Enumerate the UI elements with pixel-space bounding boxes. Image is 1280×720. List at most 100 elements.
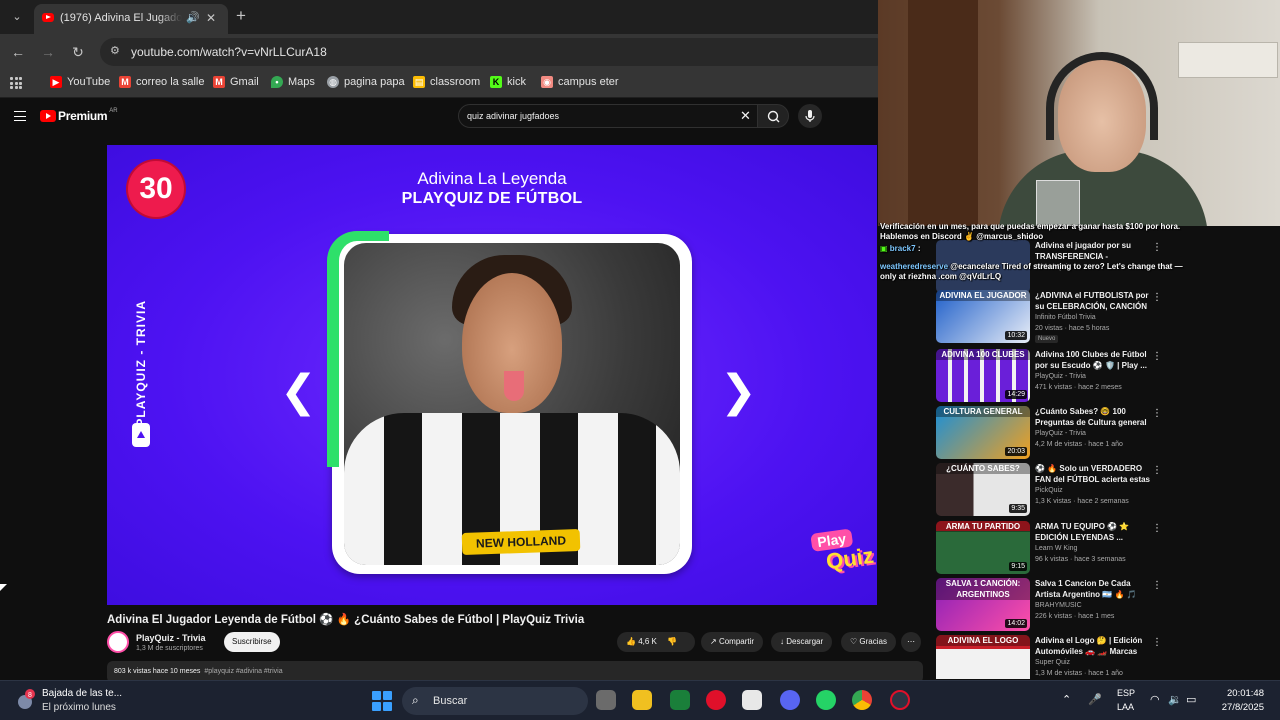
recommendation-channel[interactable]: Learn W King [1035,545,1077,552]
bookmark-classroom[interactable]: ▤ classroom [413,76,480,88]
recommendation-channel[interactable]: PlayQuiz - Trivia [1035,373,1086,380]
recommendation-thumbnail[interactable]: CULTURA GENERAL 20:03 [936,406,1030,459]
more-actions-icon[interactable]: ⋯ [901,632,921,652]
whatsapp-icon[interactable] [816,690,836,710]
more-options-icon[interactable]: ⋮ [1152,523,1162,534]
clock-time[interactable]: 20:01:48 [1198,688,1264,699]
forward-arrow-icon[interactable]: → [38,42,58,62]
recommendation-item[interactable]: ARMA TU PARTIDO 9:15 ARMA TU EQUIPO ⚽ ⭐ … [936,521,1272,577]
browser-tab[interactable]: (1976) Adivina El Jugador Leyenda de Fút… [34,4,228,34]
document-icon[interactable] [742,690,762,710]
reload-icon[interactable]: ↻ [68,42,88,62]
more-options-icon[interactable]: ⋮ [1152,351,1162,362]
volume-icon[interactable]: 🔉 [1168,693,1182,706]
more-options-icon[interactable]: ⋮ [1152,408,1162,419]
wifi-icon[interactable]: ◠ [1150,693,1160,706]
recommendation-channel[interactable]: Infinito Fútbol Trivia [1035,314,1096,321]
recommendation-channel[interactable]: Super Quiz [1035,659,1070,666]
bookmark-campus[interactable]: ◉ campus eter [541,76,619,88]
discord-icon[interactable] [780,690,800,710]
recommendation-channel[interactable]: PlayQuiz - Trivia [1035,430,1086,437]
windows-start-icon[interactable] [372,691,392,711]
recommendation-item[interactable]: ADIVINA 100 CLUBES 14:29 Adivina 100 Clu… [936,349,1272,405]
recommendation-thumbnail[interactable]: ADIVINA 100 CLUBES 14:29 [936,349,1030,402]
excel-icon[interactable] [670,690,690,710]
address-bar[interactable]: ⚙ youtube.com/watch?v=vNrLLCurA18 [100,38,890,66]
media-player-icon[interactable] [706,690,726,710]
windows-taskbar: 8 Bajada de las te... El próximo lunes ⌕… [0,680,1280,720]
keyboard-language[interactable]: ESP [1117,688,1135,698]
chrome-icon[interactable] [852,690,872,710]
recommendation-title[interactable]: Adivina 100 Clubes de Fútbol por su Escu… [1035,349,1153,371]
more-options-icon[interactable]: ⋮ [1152,292,1162,303]
hashtags[interactable]: #playquiz #adivina #trivia [204,668,282,675]
microphone-tray-icon[interactable]: 🎤 [1088,693,1102,706]
taskbar-search-input[interactable]: ⌕ Buscar [402,687,588,715]
more-options-icon[interactable]: ⋮ [1152,580,1162,591]
recommendation-channel[interactable]: PickQuiz [1035,487,1063,494]
channel-avatar[interactable] [107,631,129,653]
notification-title[interactable]: Bajada de las te... [42,688,122,699]
recommendation-item[interactable]: SALVA 1 CANCIÓN: ARGENTINOS 14:02 Salva … [936,578,1272,634]
recommendation-thumbnail[interactable]: ADIVINA EL JUGADOR 10:32 [936,290,1030,343]
download-button[interactable]: ↓ Descargar [771,632,833,652]
share-button[interactable]: ↗ Compartir [701,632,764,652]
obs-icon[interactable] [890,690,910,710]
browser-toolbar: ← → ↻ ⚙ youtube.com/watch?v=vNrLLCurA18 [0,34,890,70]
recommendation-thumbnail[interactable]: ARMA TU PARTIDO 9:15 [936,521,1030,574]
like-dislike-group[interactable]: 👍 4,6 K 👎 [617,632,695,652]
recommendation-item[interactable]: ¿CUÁNTO SABES? 9:35 ⚽ 🔥 Solo un VERDADER… [936,463,1272,519]
speaker-icon[interactable]: 🔊 [186,11,200,24]
keyboard-layout[interactable]: LAA [1117,702,1134,712]
video-duration: 20:03 [1005,447,1027,456]
new-tab-icon[interactable]: + [236,6,246,26]
recommendation-item[interactable]: ADIVINA EL LOGO Adivina el Logo 🤔 | Edic… [936,635,1272,679]
recommendation-title[interactable]: ARMA TU EQUIPO ⚽ ⭐ EDICIÓN LEYENDAS ... [1035,521,1153,543]
recommendation-thumbnail[interactable]: ¿CUÁNTO SABES? 9:35 [936,463,1030,516]
thumbs-down-icon[interactable]: 👎 [667,637,677,646]
search-input[interactable]: quiz adivinar jugfadoes ✕ [458,104,758,128]
playquiz-logo: Play Quiz [810,522,877,593]
back-arrow-icon[interactable]: ← [8,42,28,62]
channel-name[interactable]: PlayQuiz - Trivia [136,633,206,643]
bookmark-correo[interactable]: Mcorreo la salle [119,76,204,88]
battery-icon[interactable]: ▭ [1186,693,1196,706]
tray-overflow-icon[interactable]: ⌃ [1062,693,1071,706]
bookmark-gmail[interactable]: M Gmail [213,76,259,88]
apps-grid-icon[interactable] [10,77,22,89]
recommendation-thumbnail[interactable]: ADIVINA EL LOGO [936,635,1030,679]
menu-icon[interactable] [14,111,26,121]
recommendation-title[interactable]: ⚽ 🔥 Solo un VERDADERO FAN del FÚTBOL aci… [1035,463,1153,485]
chat-message: ▣ brack7 : [880,244,921,253]
site-info-icon[interactable]: ⚙ [110,44,120,57]
recommendation-item[interactable]: CULTURA GENERAL 20:03 ¿Cuánto Sabes? 🤓 1… [936,406,1272,462]
clock-date[interactable]: 27/8/2025 [1198,702,1264,713]
recommendation-title[interactable]: Salva 1 Cancion De Cada Artista Argentin… [1035,578,1153,600]
voice-search-button[interactable] [798,104,822,128]
recommendation-title[interactable]: Adivina el Logo 🤔 | Edición Automóviles … [1035,635,1153,657]
weather-notification-icon[interactable]: 8 [16,687,36,713]
task-view-icon[interactable] [596,690,616,710]
thumbs-up-icon[interactable]: 👍 [626,637,636,646]
file-explorer-icon[interactable] [632,690,652,710]
recommendation-channel[interactable]: BRAHYMUSIC [1035,602,1082,609]
thanks-button[interactable]: ♡ Gracias [841,632,896,652]
bookmark-pagina-papa[interactable]: ◍ pagina papa [327,76,405,88]
bookmark-maps[interactable]: • Maps [271,76,315,88]
close-tab-icon[interactable]: ✕ [206,11,216,25]
more-options-icon[interactable]: ⋮ [1152,465,1162,476]
search-button[interactable] [757,104,789,128]
recommendation-thumbnail[interactable]: SALVA 1 CANCIÓN: ARGENTINOS 14:02 [936,578,1030,631]
more-options-icon[interactable]: ⋮ [1152,637,1162,648]
video-player[interactable]: 30 Adivina La Leyenda PLAYQUIZ DE FÚTBOL… [107,145,877,605]
recommendation-title[interactable]: ¿ADIVINA el FUTBOLISTA por su CELEBRACIÓ… [1035,290,1153,312]
bookmark-youtube[interactable]: ▶ YouTube [50,76,110,88]
tab-search-icon[interactable]: ⌄ [8,8,26,26]
screen: ⌄ (1976) Adivina El Jugador Leyenda de F… [0,0,1280,720]
recommendation-item[interactable]: ADIVINA EL JUGADOR 10:32 ¿ADIVINA el FUT… [936,290,1272,346]
youtube-logo[interactable]: Premium AR [40,108,118,123]
subscribe-button[interactable]: Suscribirse [224,632,280,652]
bookmark-kick[interactable]: Kkick [490,76,526,88]
clear-search-icon[interactable]: ✕ [740,108,751,124]
recommendation-title[interactable]: ¿Cuánto Sabes? 🤓 100 Preguntas de Cultur… [1035,406,1153,428]
